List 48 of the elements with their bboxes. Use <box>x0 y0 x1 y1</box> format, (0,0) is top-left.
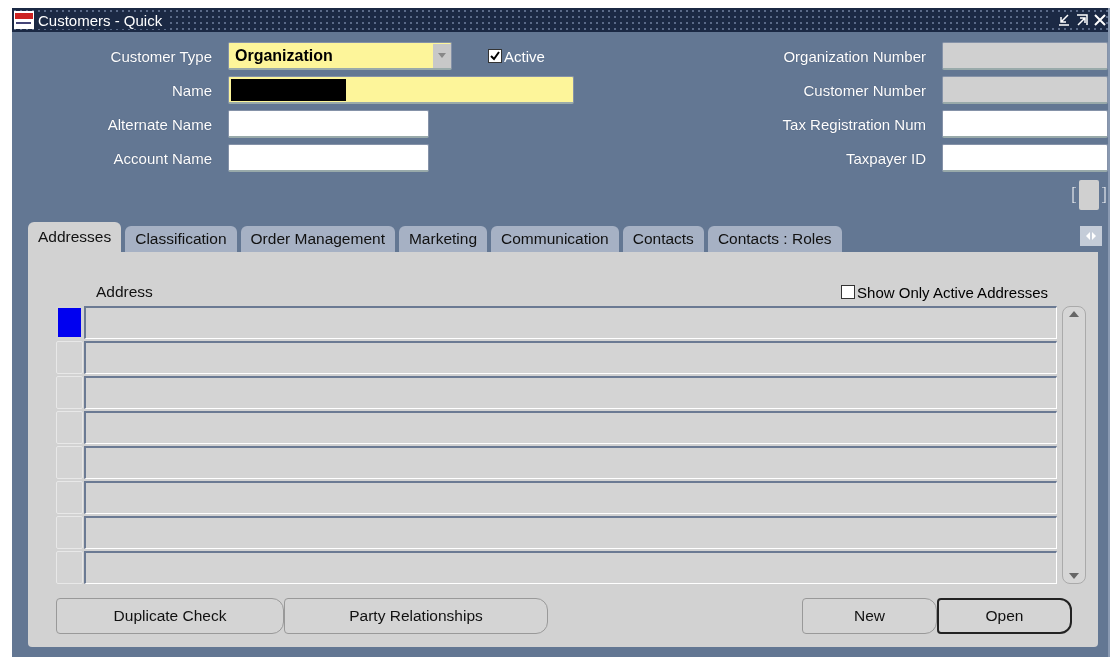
tab[interactable]: Contacts <box>622 226 704 252</box>
record-selector[interactable] <box>56 306 83 339</box>
field-label: Account Name <box>112 149 212 167</box>
caret-icon <box>438 53 446 58</box>
input-field[interactable] <box>228 110 429 138</box>
address-field[interactable] <box>84 551 1057 584</box>
active-checkbox[interactable]: Active <box>488 47 545 65</box>
field-label: Customer Type <box>109 47 212 65</box>
address-field[interactable] <box>84 411 1057 444</box>
tab[interactable]: Order Management <box>240 226 395 252</box>
app-logo-icon <box>14 11 34 29</box>
address-field[interactable] <box>84 376 1057 409</box>
input-field[interactable] <box>942 144 1108 172</box>
tab[interactable]: Contacts : Roles <box>707 226 842 252</box>
scroll-up-icon[interactable] <box>1069 311 1079 317</box>
field-label: Taxpayer ID <box>844 149 926 167</box>
field-label: Tax Registration Num <box>781 115 926 133</box>
action-button[interactable]: Open <box>937 598 1072 634</box>
field-label: Organization Number <box>782 47 926 65</box>
show-active-checkbox[interactable]: Show Only Active Addresses <box>841 283 1048 301</box>
input-field[interactable] <box>228 144 429 172</box>
address-field[interactable] <box>84 306 1057 339</box>
scrollbar[interactable] <box>1062 306 1086 584</box>
address-field[interactable] <box>84 516 1057 549</box>
address-field[interactable] <box>84 481 1057 514</box>
input-field[interactable] <box>942 110 1108 138</box>
tab[interactable]: Communication <box>491 226 619 252</box>
tab[interactable]: Marketing <box>398 226 487 252</box>
column-header: Address <box>96 283 153 301</box>
field-label: Customer Number <box>802 81 926 99</box>
scroll-down-icon[interactable] <box>1069 573 1079 579</box>
minimize-icon[interactable] <box>1058 13 1070 27</box>
maximize-icon[interactable] <box>1076 13 1088 27</box>
check-icon <box>490 51 500 61</box>
left-right-arrows-icon <box>1086 232 1096 240</box>
tab[interactable]: Addresses <box>28 222 122 252</box>
action-button[interactable]: Party Relationships <box>284 598 548 634</box>
action-button[interactable]: Duplicate Check <box>56 598 284 634</box>
record-indicator <box>1072 180 1106 210</box>
address-field[interactable] <box>84 341 1057 374</box>
field-label: Name <box>171 81 212 99</box>
dropdown[interactable]: Organization <box>228 42 452 70</box>
tab[interactable]: Classification <box>125 226 237 252</box>
action-button[interactable]: New <box>802 598 937 634</box>
address-field[interactable] <box>84 446 1057 479</box>
close-icon[interactable] <box>1094 13 1106 27</box>
field-label: Alternate Name <box>106 115 212 133</box>
input-field[interactable] <box>228 76 574 104</box>
